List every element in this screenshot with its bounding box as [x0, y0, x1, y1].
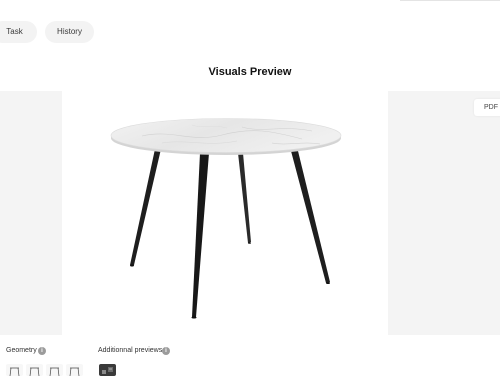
- previous-preview-panel[interactable]: [0, 91, 62, 335]
- round-table-image: [110, 118, 342, 319]
- pdf-download-button[interactable]: PDF›: [474, 99, 500, 116]
- next-preview-panel[interactable]: [388, 91, 500, 335]
- visuals-page: Task History Visuals Preview PDF Geometr…: [0, 0, 500, 376]
- tab-task[interactable]: Task: [0, 21, 37, 43]
- table-geometry-icon: [29, 367, 40, 376]
- info-icon[interactable]: i: [162, 347, 170, 355]
- table-preview-icon: [102, 367, 113, 374]
- additional-preview-thumbnail[interactable]: [99, 364, 116, 376]
- main-preview-image: [62, 91, 388, 335]
- geometry-thumbnail[interactable]: [66, 364, 83, 376]
- table-geometry-icon: [9, 367, 20, 376]
- tab-history[interactable]: History: [45, 21, 94, 43]
- top-divider: [400, 0, 500, 1]
- table-geometry-icon: [49, 367, 60, 376]
- additional-previews-label: Additionnal previews: [98, 347, 163, 354]
- geometry-thumbnail[interactable]: [6, 364, 23, 376]
- page-title: Visuals Preview: [208, 66, 292, 78]
- geometry-thumbnail[interactable]: [26, 364, 43, 376]
- geometry-thumbnail[interactable]: [46, 364, 63, 376]
- table-geometry-icon: [69, 367, 80, 376]
- pdf-label: PDF: [484, 104, 498, 111]
- geometry-label: Geometry: [6, 347, 37, 354]
- info-icon[interactable]: i: [38, 347, 46, 355]
